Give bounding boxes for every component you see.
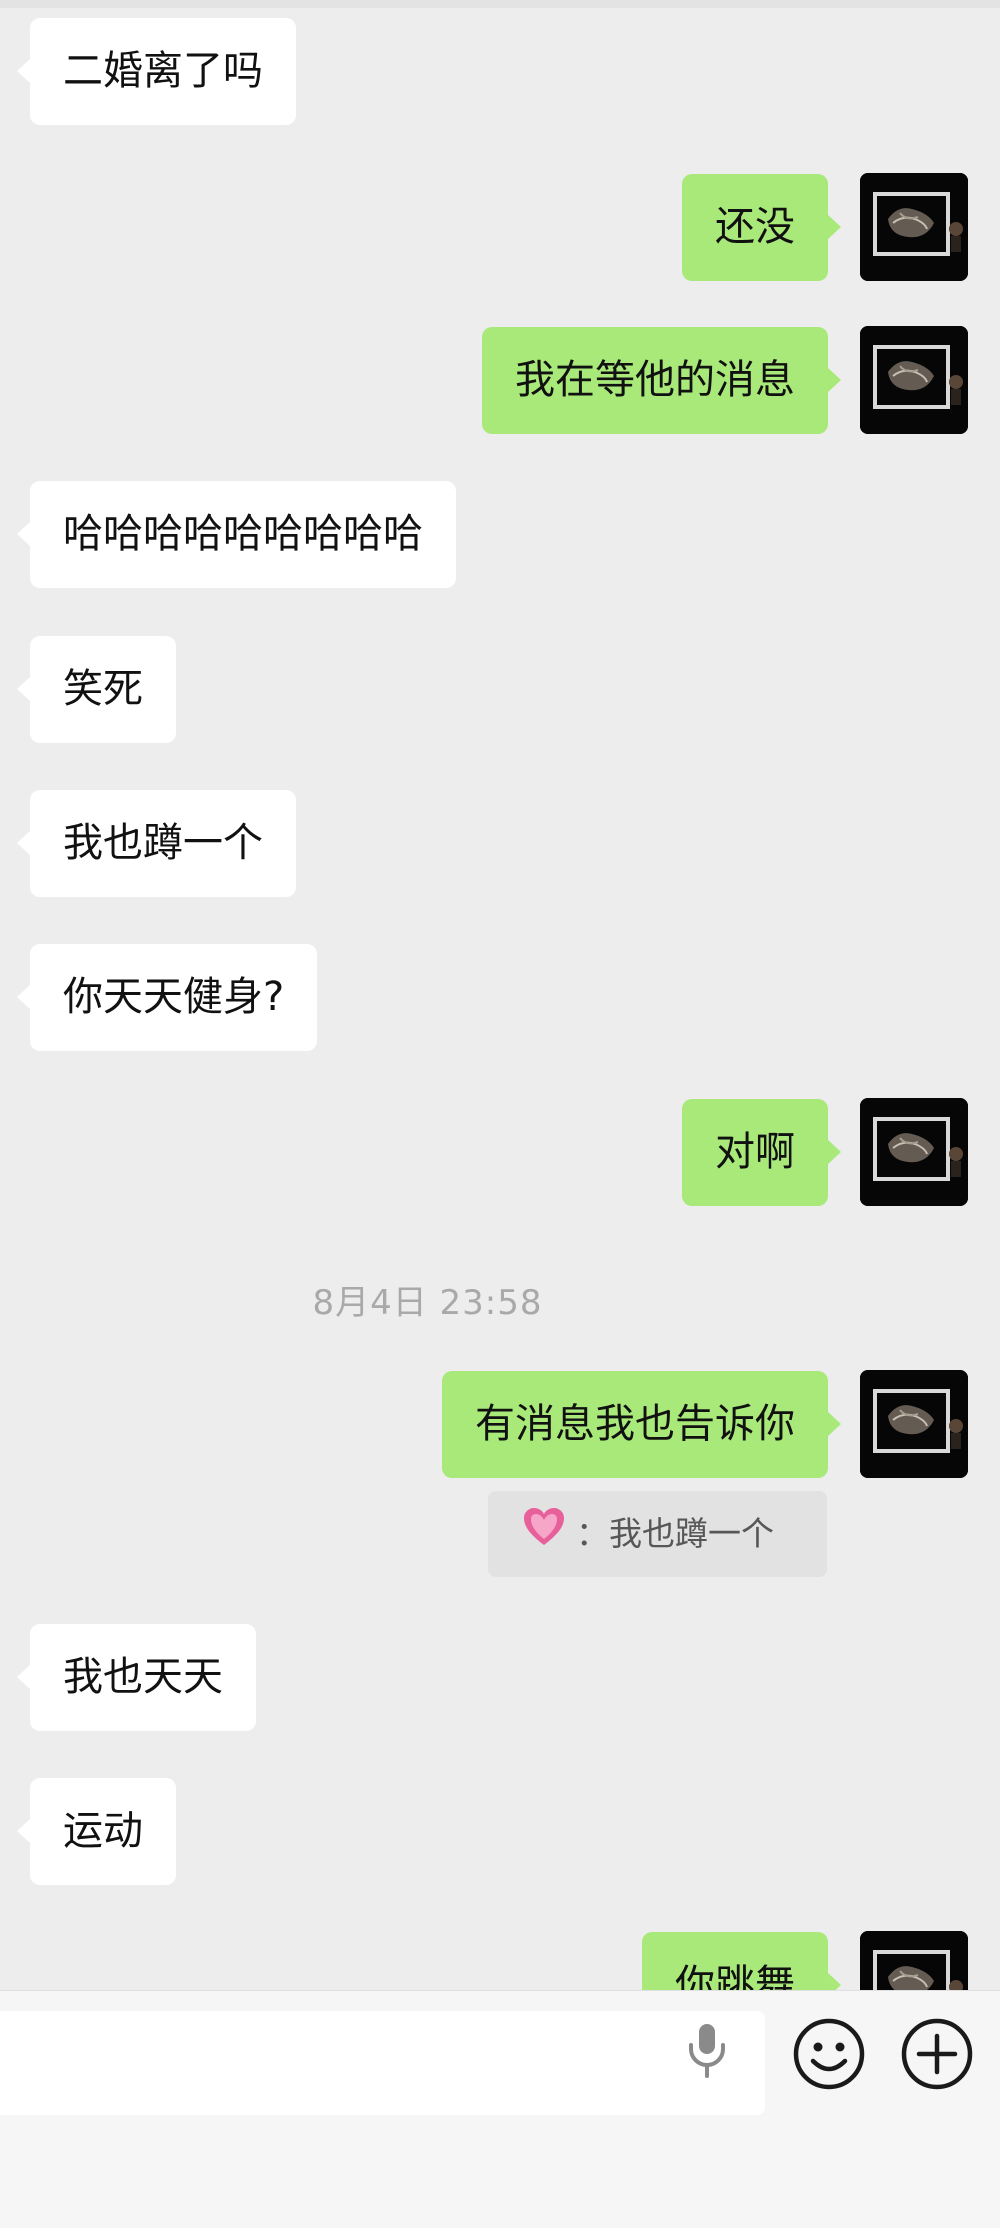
pink-heart-icon	[522, 1493, 566, 1579]
avatar[interactable]	[860, 173, 968, 281]
avatar-image	[860, 173, 968, 281]
message-bubble-outgoing[interactable]: 我在等他的消息	[482, 327, 841, 434]
quote-separator: ：	[576, 1514, 609, 1553]
avatar[interactable]	[860, 326, 968, 434]
message-bubble-incoming[interactable]: 笑死	[17, 636, 176, 743]
top-divider	[0, 0, 1000, 8]
message-bubble-outgoing[interactable]: 还没	[682, 174, 841, 281]
avatar-image	[860, 1370, 968, 1478]
avatar[interactable]	[860, 1370, 968, 1478]
message-bubble-incoming[interactable]: 我也天天	[17, 1624, 256, 1731]
message-bubble-incoming[interactable]: 二婚离了吗	[17, 18, 296, 125]
avatar-image	[860, 1098, 968, 1206]
message-bubble-outgoing[interactable]: 对啊	[682, 1099, 841, 1206]
smiley-icon[interactable]	[792, 2017, 866, 2095]
message-timestamp: 8月4日 23:58	[312, 1283, 543, 1323]
plus-circle-icon[interactable]	[900, 2017, 974, 2095]
microphone-icon[interactable]	[685, 2021, 729, 2083]
avatar[interactable]	[860, 1098, 968, 1206]
message-bubble-incoming[interactable]: 运动	[17, 1778, 176, 1885]
message-bubble-incoming[interactable]: 你天天健身?	[16, 944, 318, 1051]
message-bubble-outgoing[interactable]: 有消息我也告诉你	[442, 1371, 841, 1478]
message-bubble-incoming[interactable]: 哈哈哈哈哈哈哈哈哈	[17, 481, 456, 588]
message-bubble-incoming[interactable]: 我也蹲一个	[17, 790, 296, 897]
quote-text: 我也蹲一个	[609, 1514, 774, 1553]
input-bar	[0, 1990, 1000, 2228]
avatar-image	[860, 326, 968, 434]
quoted-reply[interactable]: ：我也蹲一个	[488, 1491, 827, 1577]
message-input[interactable]	[0, 2011, 765, 2115]
